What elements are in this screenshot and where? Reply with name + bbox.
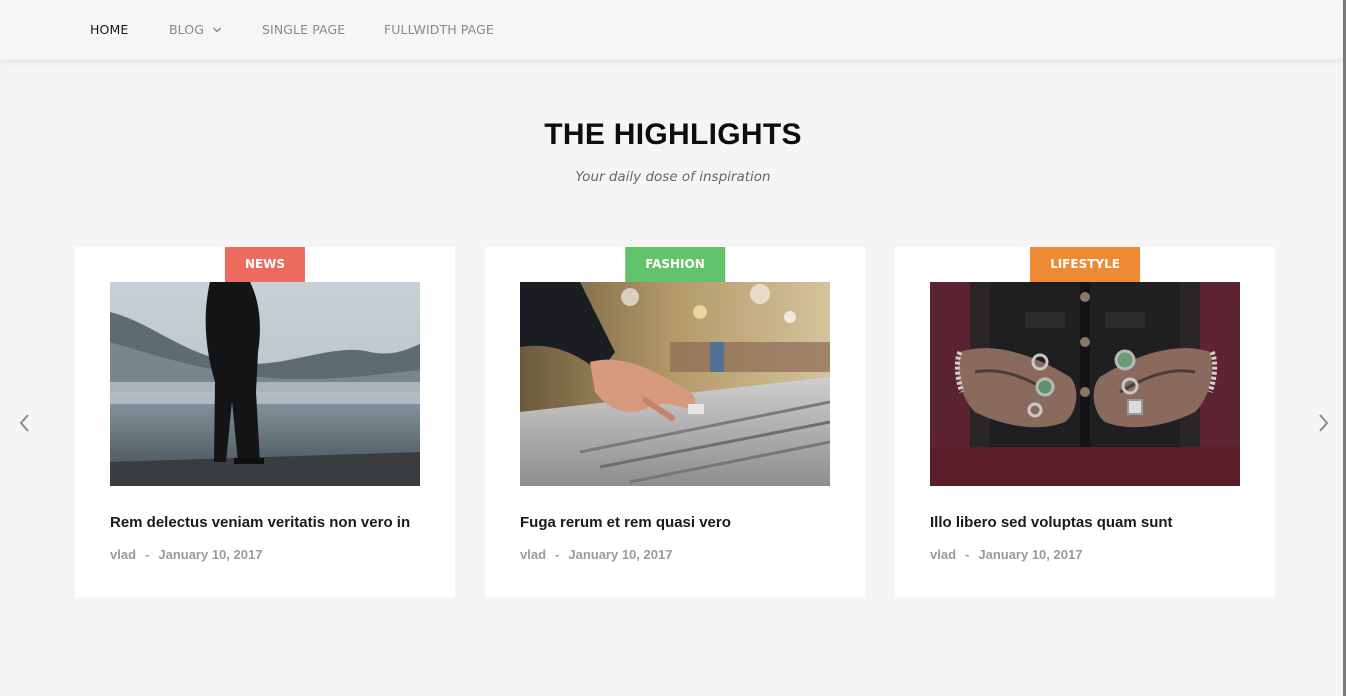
post-image (930, 282, 1240, 486)
nav-fullwidth-page[interactable]: FULLWIDTH PAGE (384, 0, 494, 60)
post-meta: vlad - January 10, 2017 (930, 547, 1082, 562)
post-author[interactable]: vlad (520, 547, 546, 562)
post-title[interactable]: Fuga rerum et rem quasi vero (520, 514, 840, 531)
post-card[interactable]: NEWS Rem delectus veniam veritatis non v… (75, 247, 455, 597)
nav-single-page[interactable]: SINGLE PAGE (262, 0, 345, 60)
chevron-down-icon (213, 26, 222, 33)
post-thumbnail[interactable] (520, 282, 830, 486)
category-badge[interactable]: NEWS (224, 247, 306, 282)
nav-blog-label: BLOG (169, 22, 205, 37)
section-title: THE HIGHLIGHTS (544, 118, 802, 151)
post-title[interactable]: Rem delectus veniam veritatis non vero i… (110, 514, 430, 531)
post-title[interactable]: Illo libero sed voluptas quam sunt (930, 514, 1250, 531)
nav-blog[interactable]: BLOG (169, 0, 222, 60)
post-meta: vlad - January 10, 2017 (110, 547, 262, 562)
post-image (520, 282, 830, 486)
post-image (110, 282, 420, 486)
post-author[interactable]: vlad (110, 547, 136, 562)
chevron-left-icon (19, 414, 29, 432)
nav-home[interactable]: HOME (90, 0, 128, 60)
post-date: January 10, 2017 (978, 547, 1083, 562)
post-thumbnail[interactable] (110, 282, 420, 486)
post-meta: vlad - January 10, 2017 (520, 547, 672, 562)
post-card[interactable]: FASHION Fuga rerum et rem quasi vero vla… (485, 247, 865, 597)
chevron-right-icon (1319, 414, 1329, 432)
main-navigation: HOME BLOG SINGLE PAGE FULLWIDTH PAGE (0, 0, 1343, 60)
meta-separator: - (965, 547, 970, 562)
meta-separator: - (555, 547, 560, 562)
carousel-prev-button[interactable] (18, 412, 32, 434)
category-badge[interactable]: LIFESTYLE (1030, 247, 1140, 282)
meta-separator: - (145, 547, 150, 562)
section-subtitle: Your daily dose of inspiration (575, 169, 771, 185)
post-card[interactable]: LIFESTYLE Illo libero sed voluptas quam … (895, 247, 1275, 597)
category-badge[interactable]: FASHION (625, 247, 725, 282)
post-author[interactable]: vlad (930, 547, 956, 562)
post-date: January 10, 2017 (158, 547, 263, 562)
carousel-next-button[interactable] (1316, 412, 1330, 434)
post-thumbnail[interactable] (930, 282, 1240, 486)
post-date: January 10, 2017 (568, 547, 673, 562)
